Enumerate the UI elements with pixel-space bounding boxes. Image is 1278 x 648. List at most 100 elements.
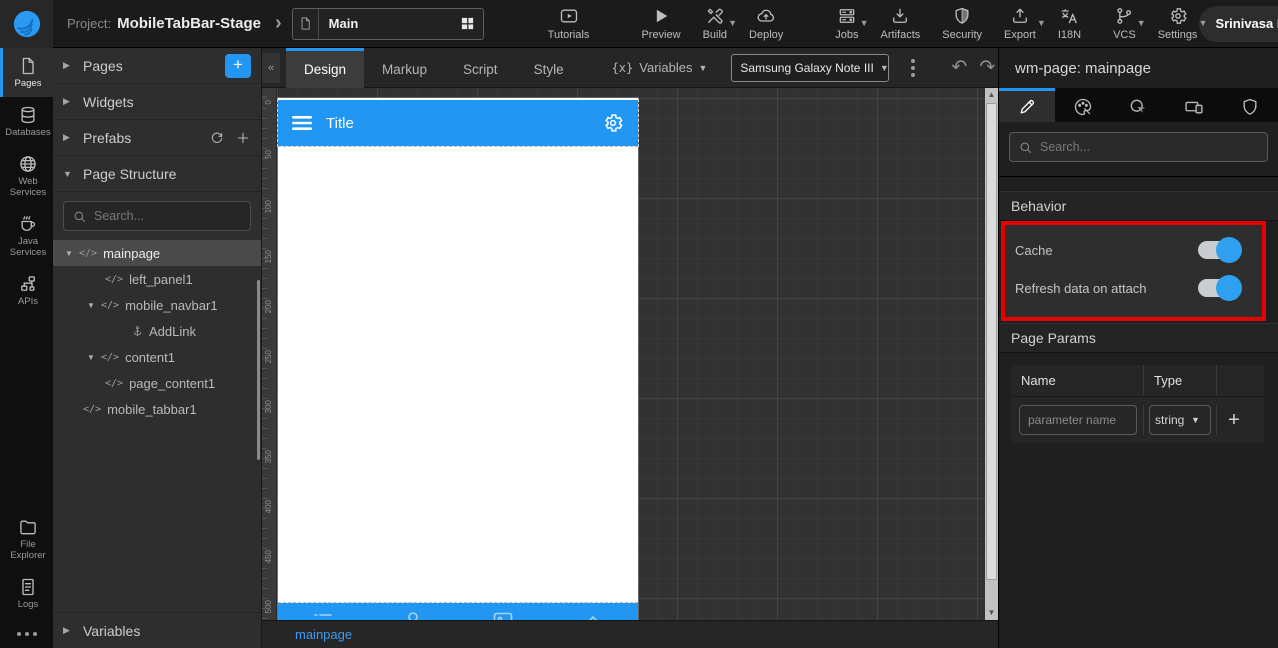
redo-button[interactable]: ↷ — [979, 58, 995, 77]
property-label: Cache — [1015, 242, 1053, 258]
hamburger-icon[interactable] — [292, 115, 312, 131]
scrollbar-thumb[interactable] — [986, 103, 997, 580]
settings-button[interactable]: Settings ▼ — [1156, 6, 1207, 41]
video-icon — [559, 6, 579, 26]
tree-node-mobile_tabbar1[interactable]: </> mobile_tabbar1 — [53, 396, 261, 422]
user-menu[interactable]: Srinivasa Boyina SB — [1199, 5, 1278, 42]
sidebar-item-java-services[interactable]: Java Services — [0, 206, 53, 266]
navbar-gear-icon[interactable] — [602, 112, 624, 134]
expand-arrow-icon[interactable]: ▼ — [85, 301, 97, 310]
device-select[interactable]: Samsung Galaxy Note III ▼ — [731, 53, 890, 82]
add-page-button[interactable]: + — [225, 53, 251, 78]
tree-node-mainpage[interactable]: ▼ </> mainpage — [53, 240, 261, 266]
section-page-structure[interactable]: ▼ Page Structure — [53, 156, 261, 192]
page-content-widget[interactable] — [278, 146, 638, 603]
sidebar-item-apis[interactable]: APIs — [0, 266, 53, 315]
variables-button[interactable]: {x} Variables ▼ — [612, 60, 708, 75]
property-row-refresh-data-on-attach: Refresh data on attach — [1015, 269, 1252, 307]
ruler-tick-label: 100 — [264, 200, 273, 214]
scroll-down-icon[interactable]: ▼ — [985, 606, 998, 620]
device-select-value: Samsung Galaxy Note III — [740, 60, 874, 75]
code-widget-icon: </> — [83, 403, 102, 415]
sidebar-item-logs[interactable]: Logs — [0, 569, 53, 618]
section-title: Widgets — [83, 93, 134, 110]
i18n-button[interactable]: I18N — [1056, 6, 1083, 41]
inspector-tab-shield-outline[interactable] — [1222, 88, 1278, 122]
scroll-up-icon[interactable]: ▲ — [985, 88, 998, 102]
param-type-select[interactable]: string ▼ — [1149, 405, 1211, 435]
add-prefab-button[interactable] — [235, 130, 251, 146]
sidebar-item-pages[interactable]: Pages — [0, 48, 53, 97]
rail-item-label: Databases — [5, 126, 51, 138]
add-param-button[interactable]: + — [1217, 409, 1251, 432]
toggle-switch[interactable] — [1198, 275, 1242, 301]
page-tab-mainpage[interactable]: mainpage — [295, 627, 352, 642]
tutorials-button[interactable]: Tutorials — [546, 6, 592, 41]
tree-scrollbar[interactable] — [257, 280, 260, 460]
section-title: Pages — [83, 57, 123, 74]
expand-arrow-icon[interactable]: ▼ — [85, 353, 97, 362]
tree-node-left_panel1[interactable]: </> left_panel1 — [53, 266, 261, 292]
chevron-up-icon[interactable] — [581, 609, 605, 620]
tree-node-mobile_navbar1[interactable]: ▼ </> mobile_navbar1 — [53, 292, 261, 318]
sidebar-item-databases[interactable]: Databases — [0, 97, 53, 146]
collapse-left-panel-button[interactable]: « — [262, 52, 280, 83]
vcs-button[interactable]: VCS ▼ — [1111, 6, 1146, 41]
breadcrumb-chevron-icon: › — [274, 12, 282, 34]
section-pages[interactable]: ▶ Pages + — [53, 48, 261, 84]
page-params-section-header[interactable]: Page Params — [999, 323, 1278, 353]
tab-markup[interactable]: Markup — [364, 48, 445, 88]
section-prefabs[interactable]: ▶ Prefabs — [53, 120, 261, 156]
tree-node-AddLink[interactable]: AddLink — [53, 318, 261, 344]
undo-button[interactable]: ↶ — [951, 58, 967, 77]
download-tray-icon — [890, 6, 910, 26]
page-selector[interactable]: Main — [291, 7, 484, 40]
security-button[interactable]: Security — [940, 6, 984, 41]
play-icon — [651, 6, 671, 26]
param-name-input[interactable] — [1019, 405, 1137, 435]
sidebar-item-file-explorer[interactable]: File Explorer — [0, 509, 53, 569]
mobile-tabbar-widget[interactable] — [278, 603, 638, 620]
branch-icon — [1114, 6, 1134, 26]
tree-node-page_content1[interactable]: </> page_content1 — [53, 370, 261, 396]
refresh-icon[interactable] — [209, 130, 225, 146]
param-type-value: string — [1155, 413, 1185, 427]
ruler-tick-label: 50 — [264, 150, 273, 159]
tree-search-input[interactable] — [94, 209, 242, 223]
tree-node-content1[interactable]: ▼ </> content1 — [53, 344, 261, 370]
artifacts-button[interactable]: Artifacts — [879, 6, 923, 41]
jobs-button[interactable]: Jobs ▼ — [833, 6, 869, 41]
export-button[interactable]: Export ▼ — [1002, 6, 1046, 41]
toggle-switch[interactable] — [1198, 237, 1242, 263]
rail-spacer — [0, 314, 53, 509]
expand-arrow-icon[interactable]: ▼ — [63, 249, 75, 258]
list-icon[interactable] — [311, 609, 335, 620]
user-icon[interactable] — [401, 609, 425, 620]
canvas-scrollbar[interactable]: ▲ ▼ — [985, 88, 998, 620]
more-options-button[interactable] — [905, 55, 921, 81]
inspector-tab-devices[interactable] — [1166, 88, 1222, 122]
preview-button[interactable]: Preview — [639, 6, 682, 41]
build-button[interactable]: Build ▼ — [701, 6, 737, 41]
inspector-tab-pencil[interactable] — [999, 88, 1055, 122]
tab-script[interactable]: Script — [445, 48, 516, 88]
sidebar-item-web-services[interactable]: Web Services — [0, 146, 53, 206]
image-icon[interactable] — [491, 609, 515, 620]
section-title: Variables — [83, 622, 141, 639]
inspector-tab-palette[interactable] — [1055, 88, 1111, 122]
phone-preview[interactable]: Title — [277, 98, 639, 620]
more-menu-button[interactable] — [0, 618, 53, 648]
deploy-button[interactable]: Deploy — [747, 6, 785, 41]
tab-design[interactable]: Design — [286, 47, 365, 88]
wavemaker-logo[interactable] — [0, 0, 53, 48]
section-widgets[interactable]: ▶ Widgets — [53, 84, 261, 120]
section-variables[interactable]: ▶ Variables — [53, 612, 261, 648]
design-canvas[interactable]: 0 50 100 150 200 250 300 350 400 450 500 Title — [262, 88, 998, 620]
behavior-section-header[interactable]: Behavior — [999, 191, 1278, 221]
property-search-input[interactable] — [1040, 140, 1259, 154]
grid-icon[interactable] — [453, 16, 483, 31]
tab-style[interactable]: Style — [516, 48, 582, 88]
tree-node-label: mainpage — [103, 245, 161, 261]
mobile-navbar-widget[interactable]: Title — [277, 99, 639, 147]
inspector-tab-cursor-click[interactable] — [1111, 88, 1167, 122]
